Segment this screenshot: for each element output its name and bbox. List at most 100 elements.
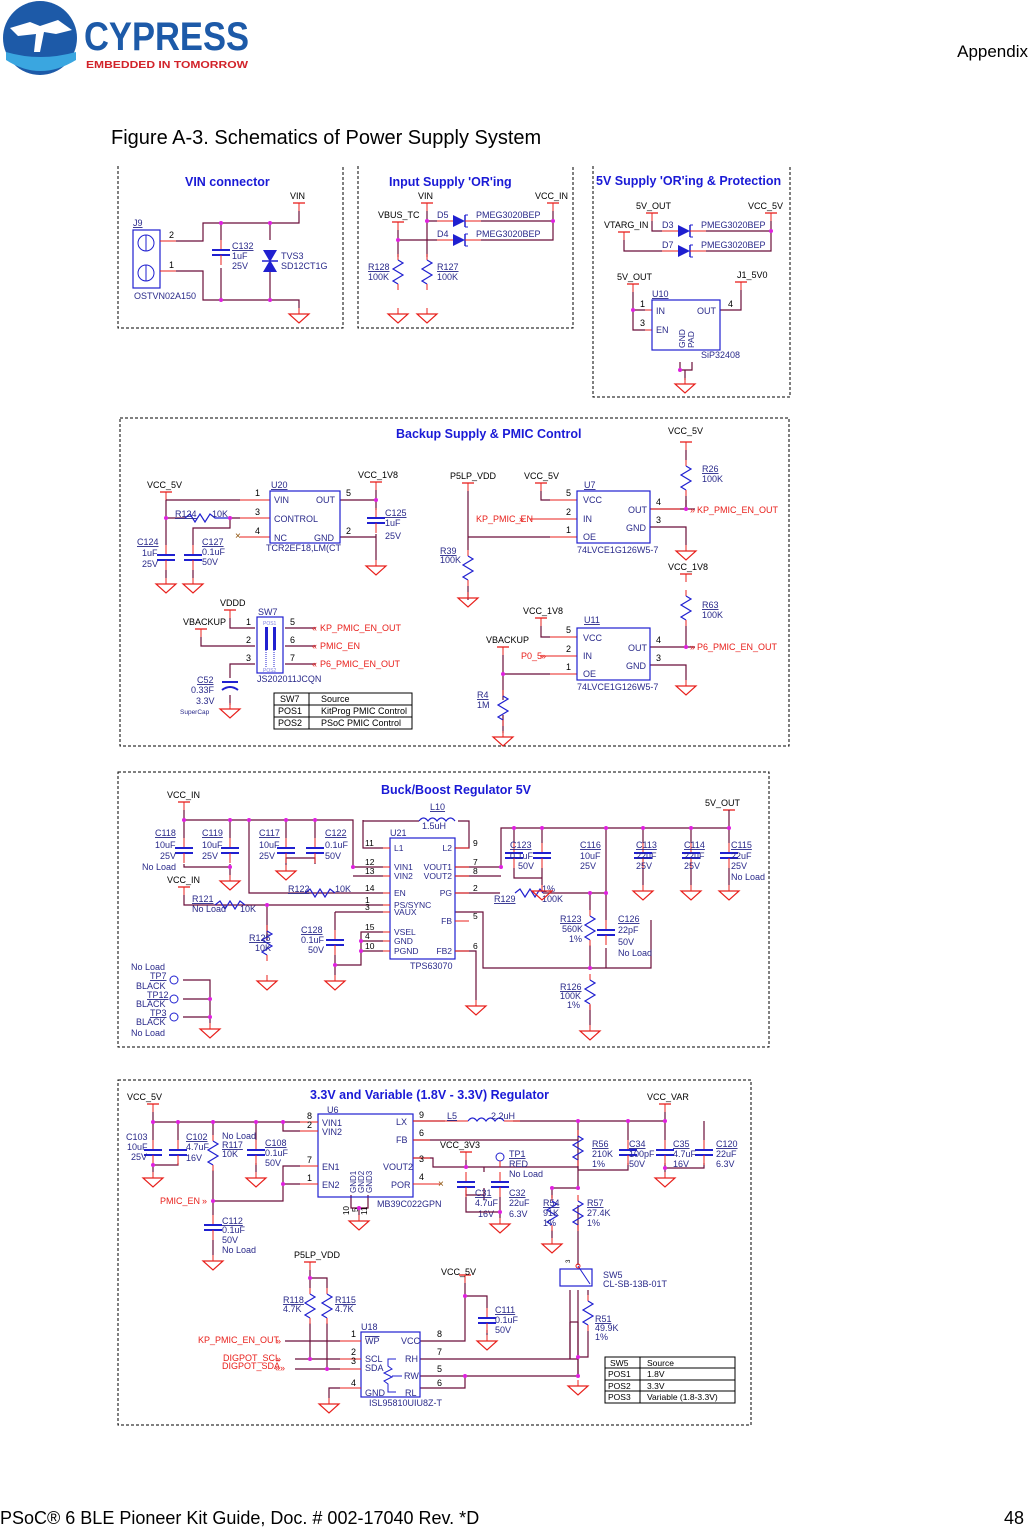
svg-text:VIN: VIN [274, 495, 289, 505]
svg-text:P6_PMIC_EN_OUT: P6_PMIC_EN_OUT [697, 642, 778, 652]
pin-name: VAUX [394, 907, 417, 917]
svg-text:SDA: SDA [365, 1363, 384, 1373]
svg-text:1%: 1% [592, 1159, 605, 1169]
svg-text:4.7uF: 4.7uF [673, 1149, 697, 1159]
svg-text:3: 3 [351, 1356, 356, 1366]
footer-doc: PSoC® 6 BLE Pioneer Kit Guide, Doc. # 00… [0, 1508, 480, 1528]
block-title: VIN connector [185, 175, 270, 189]
part: OSTVN02A150 [134, 291, 196, 301]
svg-text:«: « [312, 623, 317, 633]
svg-text:25V: 25V [684, 861, 700, 871]
svg-text:D4: D4 [437, 229, 449, 239]
test-point-icon [169, 975, 179, 985]
svg-text:CL-SB-13B-01T: CL-SB-13B-01T [603, 1279, 668, 1289]
svg-text:VBUS_TC: VBUS_TC [378, 210, 420, 220]
svg-text:BLACK: BLACK [136, 1017, 166, 1027]
svg-text:U20: U20 [271, 480, 288, 490]
svg-text:0.1uF: 0.1uF [495, 1315, 519, 1325]
svg-text:10uF: 10uF [259, 840, 280, 850]
svg-text:1uF: 1uF [385, 518, 401, 528]
svg-text:»: » [276, 1336, 281, 1346]
svg-text:0.1uF: 0.1uF [265, 1148, 289, 1158]
svg-text:22uF: 22uF [731, 851, 752, 861]
svg-text:7: 7 [307, 1155, 312, 1165]
svg-text:1: 1 [351, 1329, 356, 1339]
test-point-icon [495, 1152, 505, 1162]
svg-text:VDDD: VDDD [220, 598, 246, 608]
svg-text:2: 2 [566, 644, 571, 654]
svg-text:1%: 1% [567, 1000, 580, 1010]
svg-text:50V: 50V [222, 1235, 238, 1245]
svg-text:100K: 100K [368, 272, 389, 282]
svg-text:C108: C108 [265, 1138, 287, 1148]
svg-text:No Load: No Load [192, 904, 226, 914]
svg-text:IN: IN [583, 514, 592, 524]
page-number: 48 [1003, 1508, 1024, 1528]
svg-text:2: 2 [307, 1120, 312, 1130]
svg-text:VCC_5V: VCC_5V [127, 1092, 162, 1102]
svg-text:RL: RL [405, 1388, 417, 1398]
svg-text:»: » [690, 642, 695, 652]
svg-text:5V_OUT: 5V_OUT [636, 201, 672, 211]
svg-text:MB39C022GPN: MB39C022GPN [377, 1199, 442, 1209]
svg-text:C125: C125 [385, 508, 407, 518]
svg-text:»: » [519, 514, 524, 524]
svg-text:PSoC PMIC Control: PSoC PMIC Control [321, 718, 401, 728]
svg-text:3: 3 [419, 1154, 424, 1164]
pin-number: 4 [365, 931, 370, 941]
svg-text:1%: 1% [569, 934, 582, 944]
svg-text:50V: 50V [265, 1158, 281, 1168]
svg-text:25V: 25V [731, 861, 747, 871]
svg-text:0.1uF: 0.1uF [202, 547, 226, 557]
svg-text:IN: IN [656, 306, 665, 316]
svg-text:3: 3 [246, 653, 251, 663]
svg-text:R127: R127 [437, 262, 459, 272]
svg-text:POS1: POS1 [608, 1369, 631, 1379]
svg-text:C32: C32 [509, 1188, 526, 1198]
svg-text:VIN: VIN [418, 191, 433, 201]
svg-text:6: 6 [419, 1128, 424, 1138]
pin-number: 14 [365, 883, 375, 893]
svg-text:1%: 1% [587, 1218, 600, 1228]
svg-text:No Load: No Load [731, 872, 765, 882]
svg-text:VCC_1V8: VCC_1V8 [523, 606, 563, 616]
sw7-table: SW7 Source POS1 KitProg PMIC Control POS… [273, 692, 413, 730]
svg-text:27.4K: 27.4K [587, 1208, 611, 1218]
svg-text:EN2: EN2 [322, 1180, 340, 1190]
svg-text:C128: C128 [301, 925, 323, 935]
svg-text:25V: 25V [142, 559, 158, 569]
pin-name: L2 [443, 843, 453, 853]
svg-text:0.1uF: 0.1uF [222, 1225, 246, 1235]
svg-text:0.1uF: 0.1uF [325, 840, 349, 850]
svg-text:GND: GND [314, 533, 335, 543]
test-point-icon [169, 994, 179, 1004]
svg-text:No Load: No Load [222, 1245, 256, 1255]
svg-text:1: 1 [566, 662, 571, 672]
svg-text:PAD: PAD [686, 331, 696, 348]
svg-text:100pF: 100pF [629, 1149, 655, 1159]
svg-text:VCC: VCC [401, 1336, 421, 1346]
svg-text:4.7uF: 4.7uF [475, 1198, 499, 1208]
pin-number: 3 [365, 902, 370, 912]
svg-text:POS3: POS3 [608, 1392, 631, 1402]
svg-text:C114: C114 [684, 840, 705, 850]
svg-text:R26: R26 [702, 464, 719, 474]
svg-text:VCC_IN: VCC_IN [167, 875, 200, 885]
svg-text:C52: C52 [197, 675, 214, 685]
svg-text:KitProg PMIC Control: KitProg PMIC Control [321, 706, 407, 716]
svg-text:Source: Source [647, 1358, 674, 1368]
backup-pmic-block: Backup Supply & PMIC Control VCC_5V VCC_… [137, 426, 779, 747]
svg-text:GND: GND [626, 523, 647, 533]
input-oring-block: Input Supply 'OR'ing VIN VCC_IN VBUS_TC … [368, 175, 568, 324]
svg-text:1: 1 [246, 617, 251, 627]
svg-text:×: × [438, 1179, 444, 1190]
svg-text:10K: 10K [335, 884, 351, 894]
svg-text:C111: C111 [495, 1305, 515, 1315]
svg-text:1: 1 [566, 525, 571, 535]
svg-text:3: 3 [656, 653, 661, 663]
svg-text:6: 6 [290, 635, 295, 645]
svg-text:No Load: No Load [509, 1169, 543, 1179]
svg-text:4: 4 [656, 497, 661, 507]
svg-text:5: 5 [290, 617, 295, 627]
svg-text:L5: L5 [447, 1111, 457, 1121]
